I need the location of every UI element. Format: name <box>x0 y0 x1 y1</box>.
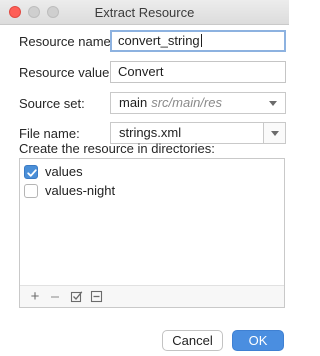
remove-icon[interactable] <box>46 288 64 306</box>
file-name-dropdown-button[interactable] <box>263 122 286 144</box>
resource-name-value: convert_string <box>118 33 200 48</box>
directory-label: values-night <box>45 183 116 198</box>
resource-value-label: Resource value: <box>19 65 113 80</box>
cancel-button[interactable]: Cancel <box>162 330 223 351</box>
text-caret <box>200 34 202 47</box>
minimize-window-button[interactable] <box>28 6 40 18</box>
chevron-down-icon <box>269 101 277 106</box>
title-bar: Extract Resource <box>0 0 289 25</box>
close-window-button[interactable] <box>9 6 21 18</box>
source-set-selected: main src/main/res <box>119 95 222 110</box>
maximize-window-button[interactable] <box>47 6 59 18</box>
window-title: Extract Resource <box>94 5 195 20</box>
ok-button[interactable]: OK <box>232 330 284 351</box>
add-icon[interactable]: + <box>26 288 44 306</box>
values-checkbox[interactable] <box>24 165 38 179</box>
source-set-label: Source set: <box>19 96 85 111</box>
directory-label: values <box>45 164 83 179</box>
directories-toolbar: + <box>20 285 284 307</box>
directories-list[interactable]: values values-night + <box>19 158 285 308</box>
collapse-icon[interactable] <box>87 288 105 306</box>
directories-label: Create the resource in directories: <box>19 141 215 156</box>
source-set-dropdown[interactable]: main src/main/res <box>110 92 286 114</box>
checkmark-icon <box>27 169 37 177</box>
select-all-icon[interactable] <box>67 288 85 306</box>
file-name-label: File name: <box>19 126 80 141</box>
resource-name-field[interactable]: convert_string <box>110 30 286 52</box>
values-night-checkbox[interactable] <box>24 184 38 198</box>
chevron-down-icon <box>271 131 279 136</box>
resource-value-field[interactable]: Convert <box>110 61 286 83</box>
resource-name-label: Resource name: <box>19 34 115 49</box>
resource-value-value: Convert <box>118 64 164 79</box>
source-set-path-hint: src/main/res <box>151 95 222 110</box>
